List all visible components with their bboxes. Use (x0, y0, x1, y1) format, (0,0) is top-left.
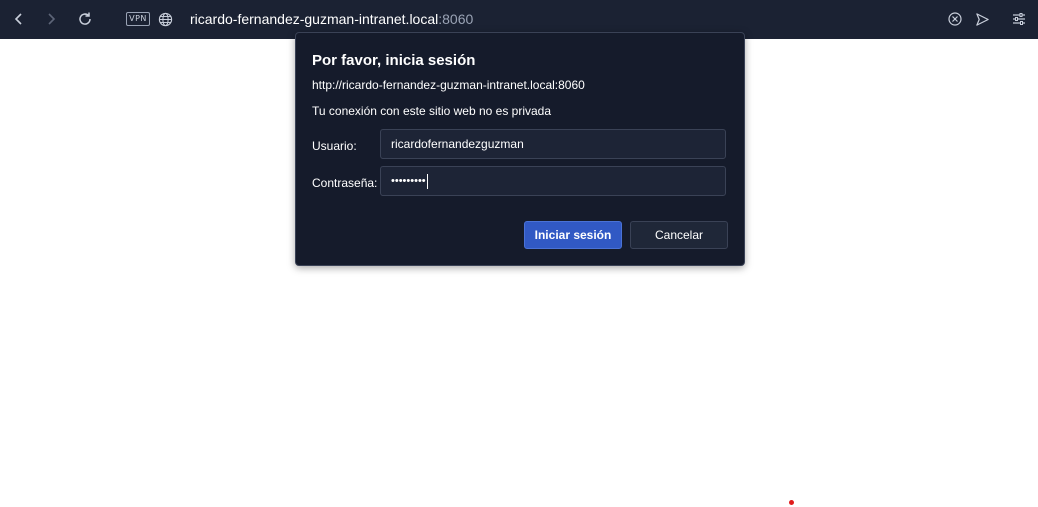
text-caret (426, 173, 428, 189)
connection-warning: Tu conexión con este sitio web no es pri… (312, 104, 552, 118)
dialog-title: Por favor, inicia sesión (312, 52, 476, 69)
reload-icon (79, 12, 91, 25)
send-button[interactable] (971, 8, 993, 30)
marker-dot (789, 500, 794, 505)
settings-button[interactable] (1008, 8, 1030, 30)
cancel-button[interactable]: Cancelar (630, 221, 728, 249)
password-value: ••••••••• (391, 175, 426, 187)
url-port: :8060 (438, 11, 474, 27)
dialog-origin: http://ricardo-fernandez-guzman-intranet… (312, 78, 585, 92)
site-info-button[interactable] (154, 8, 176, 30)
reload-button[interactable] (74, 8, 96, 30)
address-bar[interactable]: ricardo-fernandez-guzman-intranet.local:… (190, 10, 473, 28)
password-label: Contraseña: (312, 176, 378, 190)
sliders-icon (1013, 13, 1025, 25)
sign-in-button[interactable]: Iniciar sesión (524, 221, 622, 249)
vpn-badge[interactable]: VPN (126, 12, 150, 26)
login-dialog: Por favor, inicia sesión http://ricardo-… (295, 32, 745, 266)
back-button[interactable] (8, 8, 30, 30)
block-button[interactable] (944, 8, 966, 30)
globe-icon (158, 12, 172, 26)
password-field[interactable]: ••••••••• (380, 166, 726, 196)
forward-button[interactable] (40, 8, 62, 30)
username-value: ricardofernandezguzman (391, 137, 524, 151)
chevron-left-icon (14, 13, 22, 25)
chevron-right-icon (48, 13, 56, 25)
close-circle-icon (948, 12, 962, 26)
username-field[interactable]: ricardofernandezguzman (380, 129, 726, 159)
url-host: ricardo-fernandez-guzman-intranet.local (190, 11, 439, 27)
send-icon (975, 12, 989, 26)
username-label: Usuario: (312, 139, 357, 153)
